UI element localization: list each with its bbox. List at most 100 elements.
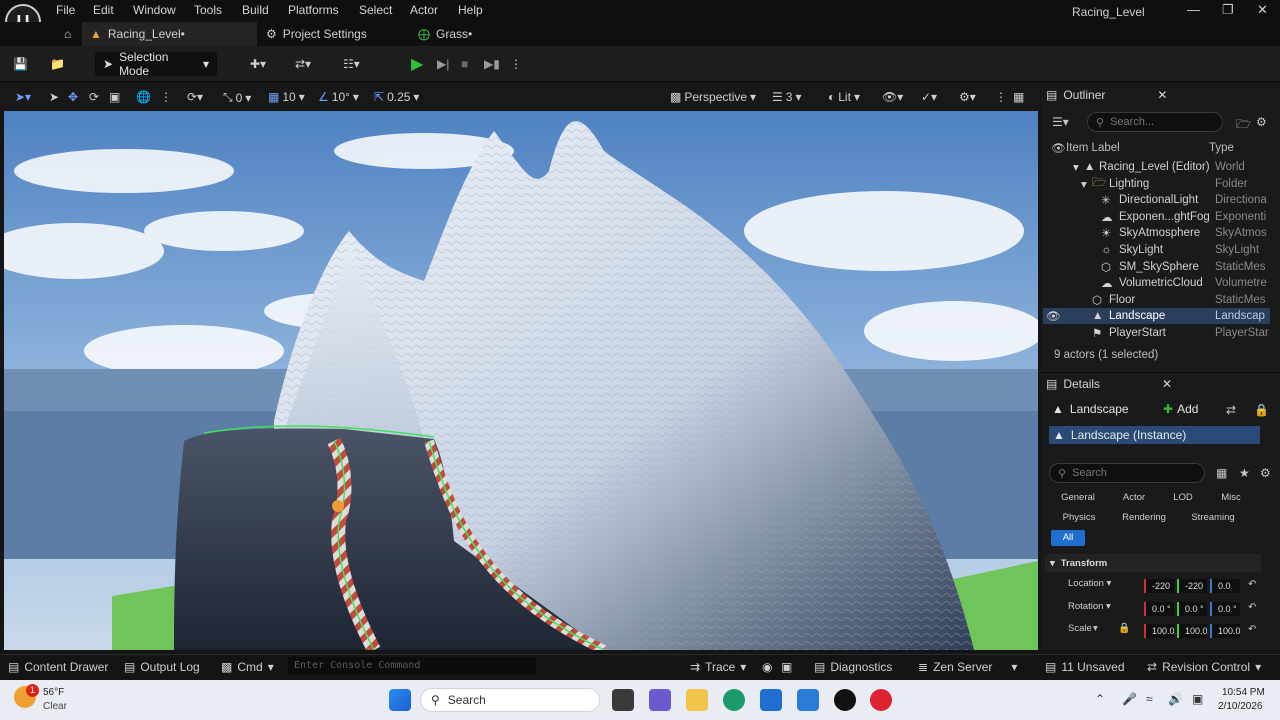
show-flags-icon[interactable]: 👁▾ <box>882 90 903 104</box>
outliner-row-floor[interactable]: ⬡ Floor StaticMes <box>1043 292 1270 308</box>
tab-racing-level[interactable]: ▲ Racing_Level• <box>82 22 257 46</box>
taskbar-time[interactable]: 10:54 PM <box>1222 687 1265 698</box>
maximize-icon[interactable]: ❐ <box>1222 2 1234 18</box>
console-input[interactable]: Enter Console Command <box>288 657 536 675</box>
trace-dropdown[interactable]: ⇉ Trace ▾ <box>690 660 746 674</box>
menu-help[interactable]: Help <box>458 3 483 17</box>
translate-tool-icon[interactable]: ✥ <box>68 90 78 104</box>
category-rendering[interactable]: Rendering <box>1117 510 1171 526</box>
scale-z[interactable]: 100.0 <box>1210 624 1240 638</box>
rotate-tool-icon[interactable]: ⟳ <box>89 90 99 104</box>
category-streaming[interactable]: Streaming <box>1185 510 1241 526</box>
edge-icon[interactable] <box>723 689 745 711</box>
outliner-row-lighting[interactable]: ▾ 🗁 Lighting Folder <box>1043 176 1270 192</box>
viewport-settings-icon[interactable]: ⚙▾ <box>959 90 976 104</box>
reset-icon[interactable]: ↶ <box>1248 602 1256 613</box>
lock-icon[interactable]: 🔒 <box>1254 403 1269 417</box>
microphone-icon[interactable]: 🎤 <box>1122 692 1137 706</box>
translate-snap[interactable]: ⤡ 0 ▾ <box>223 90 251 105</box>
browse-icon[interactable]: 📁 <box>50 52 65 76</box>
outliner-row-landscape[interactable]: 👁 ▲ Landscape Landscap <box>1043 308 1270 324</box>
outliner-row-sky-light[interactable]: ☼ SkyLight SkyLight <box>1043 242 1270 258</box>
menu-edit[interactable]: Edit <box>93 3 114 17</box>
outliner-row-fog[interactable]: ☁ Exponen...ghtFog Exponenti <box>1043 209 1270 225</box>
location-z[interactable]: 0.0 <box>1210 579 1240 593</box>
category-physics[interactable]: Physics <box>1053 510 1105 526</box>
reset-icon[interactable]: ↶ <box>1248 579 1256 590</box>
file-explorer-icon[interactable] <box>686 689 708 711</box>
rotation-dropdown[interactable]: Rotation ▾ <box>1068 601 1111 612</box>
chevron-down-icon[interactable]: ▾ <box>1093 623 1098 634</box>
surface-snap-icon[interactable]: ⋮ <box>160 90 172 104</box>
stop-icon[interactable]: ■ <box>461 52 468 76</box>
close-icon[interactable]: ✕ <box>1162 377 1172 391</box>
outliner-row-world[interactable]: ▾ ▲ Racing_Level (Editor) World <box>1043 159 1270 175</box>
rotation-snap[interactable]: ∠ 10° ▾ <box>318 90 359 104</box>
taskbar-search[interactable]: ⚲ Search <box>420 688 600 712</box>
category-misc[interactable]: Misc <box>1216 490 1246 506</box>
category-general[interactable]: General <box>1053 490 1103 506</box>
teams-icon[interactable] <box>649 689 671 711</box>
outliner-search-input[interactable]: ⚲ Search... <box>1087 112 1223 132</box>
category-actor[interactable]: Actor <box>1117 490 1151 506</box>
star-icon[interactable]: ★ <box>1239 466 1250 480</box>
blueprint-icon[interactable]: ⇄▾ <box>295 52 311 76</box>
minimize-icon[interactable]: — <box>1187 2 1200 17</box>
snapshot-icon[interactable]: ▣ <box>781 660 792 674</box>
store-icon[interactable] <box>760 689 782 711</box>
category-lod[interactable]: LOD <box>1168 490 1198 506</box>
scale-x[interactable]: 100.0 <box>1144 624 1174 638</box>
add-actor-icon[interactable]: ✚▾ <box>250 52 266 76</box>
outliner-row-sky-atmosphere[interactable]: ☀ SkyAtmosphere SkyAtmos <box>1043 225 1270 241</box>
start-icon[interactable] <box>389 689 411 711</box>
output-log-button[interactable]: ▤ Output Log <box>124 660 200 674</box>
zen-server-dropdown[interactable]: ≣ Zen Server ▾ <box>918 660 1017 674</box>
task-view-icon[interactable] <box>612 689 634 711</box>
visibility-icon[interactable]: 👁 <box>1046 309 1061 323</box>
scale-y[interactable]: 100.0 <box>1177 624 1207 638</box>
transform-section-header[interactable]: ▾ Transform <box>1045 554 1261 572</box>
snap-settings-icon[interactable]: ⟳▾ <box>187 90 203 104</box>
viewport-options-icon[interactable]: ➤▾ <box>15 90 31 104</box>
category-all[interactable]: All <box>1051 530 1085 546</box>
more-options-icon[interactable]: ⋮ <box>510 52 522 76</box>
tab-grass[interactable]: ⨁ Grass• <box>410 22 480 46</box>
visual-studio-icon[interactable] <box>797 689 819 711</box>
rotation-z[interactable]: 0.0 ° <box>1210 602 1240 616</box>
play-icon[interactable]: ▶ <box>411 52 423 76</box>
level-viewport[interactable] <box>4 111 1038 650</box>
selection-mode-dropdown[interactable]: ➤ Selection Mode ▾ <box>95 50 217 78</box>
location-y[interactable]: -220 <box>1177 579 1207 593</box>
settings-icon[interactable]: ⚙ <box>1256 115 1267 129</box>
world-space-icon[interactable]: 🌐 <box>136 90 151 104</box>
unreal-taskbar-icon[interactable] <box>834 689 856 711</box>
wifi-icon[interactable]: ≈ <box>1146 692 1153 706</box>
rotation-y[interactable]: 0.0 ° <box>1177 602 1207 616</box>
cinematics-icon[interactable]: ☷▾ <box>343 52 360 76</box>
menu-select[interactable]: Select <box>359 3 392 17</box>
diagnostics-button[interactable]: ▤ Diagnostics <box>814 660 892 674</box>
outliner-row-volumetric-cloud[interactable]: ☁ VolumetricCloud Volumetre <box>1043 275 1270 291</box>
scale-tool-icon[interactable]: ▣ <box>109 90 120 104</box>
menu-build[interactable]: Build <box>242 3 269 17</box>
settings-icon[interactable]: ⚙ <box>1260 466 1271 480</box>
menu-actor[interactable]: Actor <box>410 3 438 17</box>
grid-snap[interactable]: ▦ 10 ▾ <box>268 90 305 104</box>
more-icon[interactable]: ⋮ <box>995 90 1007 104</box>
home-icon[interactable]: ⌂ <box>56 22 79 46</box>
unsaved-button[interactable]: ▤ 11 Unsaved <box>1045 660 1125 674</box>
menu-file[interactable]: File <box>56 3 75 17</box>
lit-dropdown[interactable]: ◐ Lit ▾ <box>828 90 860 104</box>
volume-icon[interactable]: 🔊 <box>1168 692 1183 706</box>
add-folder-icon[interactable]: 🗁 <box>1236 115 1251 136</box>
lock-icon[interactable]: 🔒 <box>1118 623 1130 634</box>
gamepad-icon[interactable]: ▣ <box>1192 692 1203 706</box>
menu-window[interactable]: Window <box>133 3 176 17</box>
rotation-x[interactable]: 0.0 ° <box>1144 602 1174 616</box>
menu-platforms[interactable]: Platforms <box>288 3 339 17</box>
taskbar-date[interactable]: 2/10/2026 <box>1218 701 1263 712</box>
content-drawer-button[interactable]: ▤ Content Drawer <box>8 660 108 674</box>
save-icon[interactable]: 💾 <box>13 52 28 76</box>
perspective-dropdown[interactable]: ▩ Perspective ▾ <box>670 90 756 104</box>
camera-speed-dropdown[interactable]: ☰ 3 ▾ <box>772 90 801 104</box>
